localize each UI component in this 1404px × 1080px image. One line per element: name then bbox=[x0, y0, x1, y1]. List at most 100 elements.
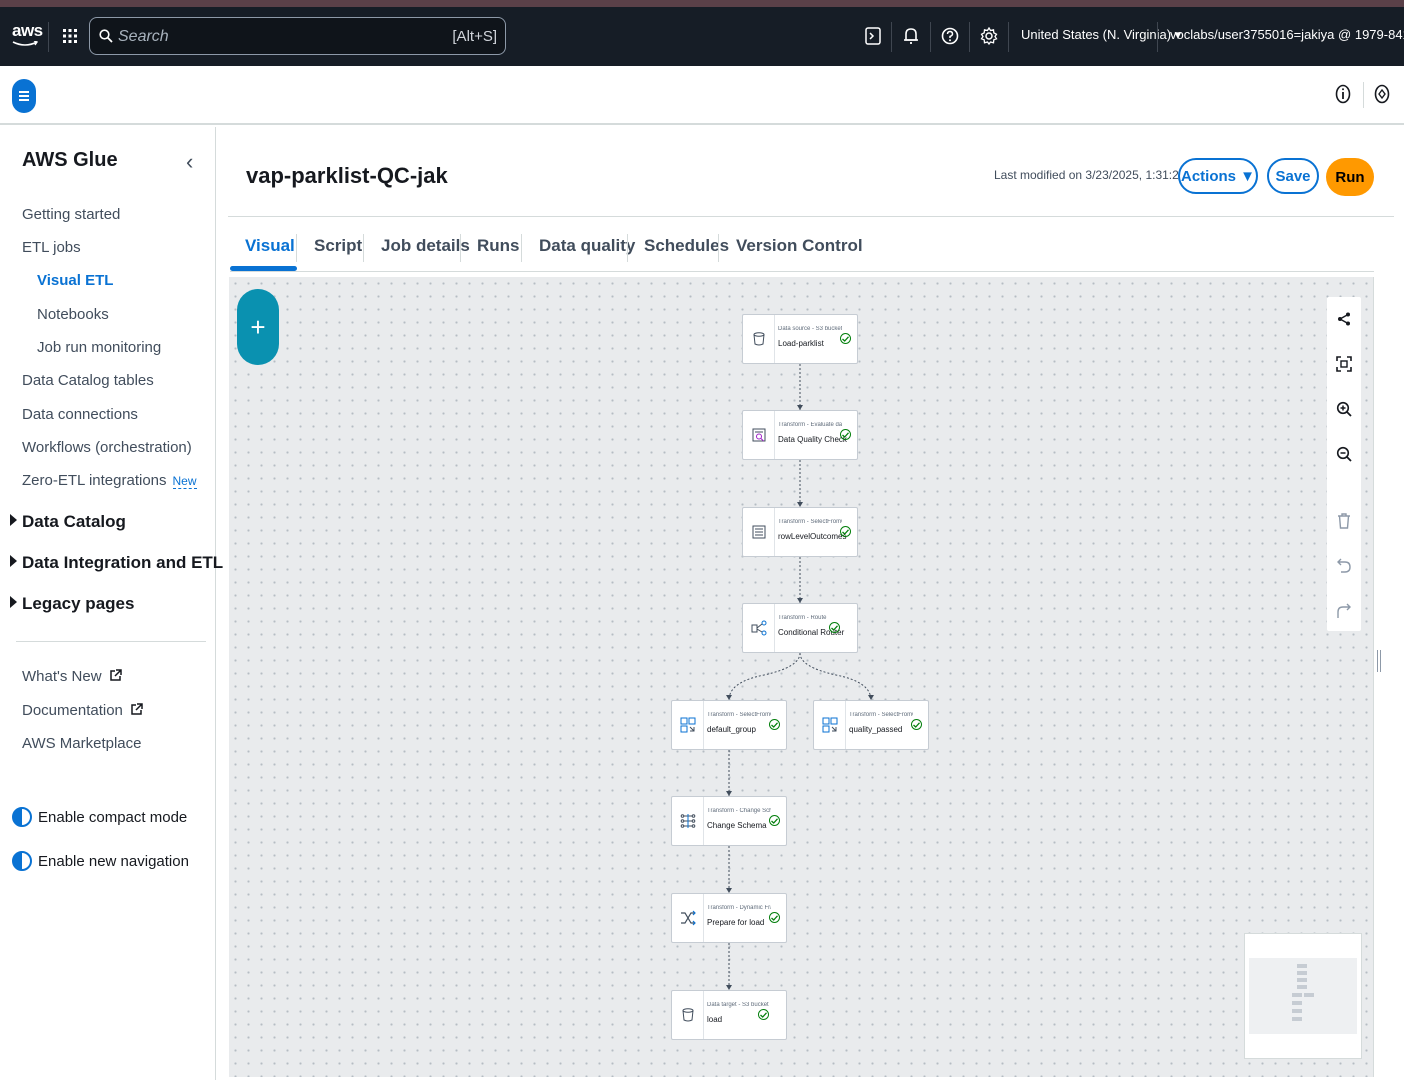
node-name: Prepare for load bbox=[707, 918, 765, 927]
section-label: Legacy pages bbox=[22, 594, 135, 613]
caret-right-icon bbox=[10, 555, 17, 567]
node-type-label: Data target - S3 bucket bbox=[707, 1002, 769, 1008]
panel-resize-handle[interactable] bbox=[1377, 650, 1381, 672]
node-load-target[interactable]: Data target - S3 bucket load bbox=[671, 990, 787, 1040]
check-circle-icon bbox=[829, 622, 840, 633]
node-default-group[interactable]: Transform - SelectFromC... default_group bbox=[671, 700, 787, 750]
check-circle-icon bbox=[911, 719, 922, 730]
node-type-label: Transform - Dynamic Fra... bbox=[707, 905, 771, 911]
new-badge: New bbox=[172, 474, 197, 489]
node-change-schema[interactable]: Transform - Change Sch... Change Schema bbox=[671, 796, 787, 846]
bell-icon[interactable] bbox=[899, 23, 923, 49]
zoom-out-icon[interactable] bbox=[1334, 444, 1354, 464]
tab-version-control[interactable]: Version Control bbox=[736, 236, 863, 256]
canvas-minimap[interactable] bbox=[1244, 933, 1362, 1059]
sidebar-item-visual-etl[interactable]: Visual ETL bbox=[37, 272, 113, 289]
node-quality-passed[interactable]: Transform - SelectFromC... quality_passe… bbox=[813, 700, 929, 750]
node-conditional-router[interactable]: Transform - Route Conditional Router bbox=[742, 603, 858, 653]
header-divider bbox=[228, 216, 1394, 217]
node-row-level-outcomes[interactable]: Transform - SelectFromC... rowLevelOutco… bbox=[742, 507, 858, 557]
node-type-label: Transform - SelectFromC... bbox=[849, 712, 913, 718]
search-icon bbox=[99, 29, 113, 48]
new-navigation-toggle[interactable]: Enable new navigation bbox=[12, 851, 189, 871]
node-name: quality_passed bbox=[849, 725, 903, 734]
feedback-icon[interactable] bbox=[1373, 84, 1391, 109]
job-tabs: Visual Script Job details Runs Data qual… bbox=[230, 224, 1374, 272]
nav-divider bbox=[1157, 22, 1158, 52]
search-input[interactable]: Search [Alt+S] bbox=[89, 17, 506, 55]
sidebar-item-notebooks[interactable]: Notebooks bbox=[37, 306, 109, 323]
sidebar-item-label: Documentation bbox=[22, 702, 123, 719]
tab-divider bbox=[718, 234, 719, 262]
minimap-viewport bbox=[1249, 958, 1357, 1034]
sidebar-item-data-connections[interactable]: Data connections bbox=[22, 406, 138, 423]
node-prepare-for-load[interactable]: Transform - Dynamic Fra... Prepare for l… bbox=[671, 893, 787, 943]
menu-icon[interactable] bbox=[12, 79, 36, 113]
tab-job-details[interactable]: Job details bbox=[381, 236, 470, 256]
subbar-divider bbox=[1363, 82, 1364, 108]
sidebar-item-aws-marketplace[interactable]: AWS Marketplace bbox=[22, 735, 141, 752]
node-type-label: Transform - Evaluate dat... bbox=[778, 422, 842, 428]
check-circle-icon bbox=[840, 333, 851, 344]
tab-runs[interactable]: Runs bbox=[477, 236, 520, 256]
select-collection-icon bbox=[743, 508, 775, 556]
route-icon bbox=[743, 604, 775, 652]
node-data-quality-check[interactable]: Transform - Evaluate dat... Data Quality… bbox=[742, 410, 858, 460]
secondary-toolbar bbox=[0, 66, 1404, 125]
check-circle-icon bbox=[769, 719, 780, 730]
sidebar-divider bbox=[16, 641, 206, 642]
sidebar-item-zero-etl[interactable]: Zero-ETL integrations New bbox=[22, 472, 197, 489]
sidebar-item-getting-started[interactable]: Getting started bbox=[22, 206, 120, 223]
save-button[interactable]: Save bbox=[1267, 158, 1319, 194]
node-name: default_group bbox=[707, 725, 756, 734]
tab-divider bbox=[627, 234, 628, 262]
tab-data-quality[interactable]: Data quality bbox=[539, 236, 635, 256]
active-tab-indicator bbox=[230, 266, 297, 271]
section-data-integration[interactable]: Data Integration and ETL bbox=[10, 553, 223, 573]
sidebar-item-documentation[interactable]: Documentation bbox=[22, 702, 143, 719]
nav-divider bbox=[1008, 22, 1009, 52]
section-legacy-pages[interactable]: Legacy pages bbox=[10, 594, 134, 614]
check-circle-icon bbox=[769, 815, 780, 826]
apps-grid-icon[interactable] bbox=[56, 21, 84, 51]
zoom-in-icon[interactable] bbox=[1334, 399, 1354, 419]
check-circle-icon bbox=[840, 526, 851, 537]
check-circle-icon bbox=[758, 1009, 769, 1020]
undo-icon[interactable] bbox=[1334, 556, 1354, 576]
tab-visual[interactable]: Visual bbox=[245, 236, 295, 256]
data-quality-icon bbox=[743, 411, 775, 459]
actions-button[interactable]: Actions ▼ bbox=[1178, 158, 1258, 194]
info-icon[interactable] bbox=[1334, 84, 1352, 109]
sidebar-item-whats-new[interactable]: What's New bbox=[22, 668, 122, 685]
canvas-tool-panel bbox=[1327, 297, 1361, 631]
aws-logo[interactable]: aws bbox=[12, 21, 43, 51]
tab-divider bbox=[460, 234, 461, 262]
tab-script[interactable]: Script bbox=[314, 236, 362, 256]
sidebar-item-etl-jobs[interactable]: ETL jobs bbox=[22, 239, 81, 256]
visual-etl-canvas[interactable]: + Data source - S3 bucket Load-parklist bbox=[229, 277, 1374, 1077]
section-label: Data Integration and ETL bbox=[22, 553, 224, 572]
share-icon[interactable] bbox=[1334, 309, 1354, 329]
collapse-sidebar-icon[interactable]: ‹ bbox=[186, 149, 193, 175]
cloudshell-icon[interactable] bbox=[861, 23, 885, 49]
section-data-catalog[interactable]: Data Catalog bbox=[10, 512, 126, 532]
sidebar-item-job-run-monitoring[interactable]: Job run monitoring bbox=[37, 339, 161, 356]
help-icon[interactable] bbox=[938, 23, 962, 49]
section-label: Data Catalog bbox=[22, 512, 126, 531]
account-menu[interactable]: voclabs/user3755016=jakiya @ 1979-8419-8… bbox=[1170, 27, 1404, 43]
compact-mode-toggle[interactable]: Enable compact mode bbox=[12, 807, 187, 827]
sidebar-item-data-catalog-tables[interactable]: Data Catalog tables bbox=[22, 372, 154, 389]
settings-icon[interactable] bbox=[977, 23, 1001, 49]
run-button[interactable]: Run bbox=[1326, 158, 1374, 196]
toggle-icon bbox=[12, 807, 32, 827]
fit-view-icon[interactable] bbox=[1334, 354, 1354, 374]
sidebar-item-workflows[interactable]: Workflows (orchestration) bbox=[22, 439, 192, 456]
bucket-icon bbox=[743, 315, 775, 363]
caret-right-icon bbox=[10, 596, 17, 608]
node-type-label: Transform - Change Sch... bbox=[707, 808, 771, 814]
redo-icon[interactable] bbox=[1334, 601, 1354, 621]
node-load-parklist[interactable]: Data source - S3 bucket Load-parklist bbox=[742, 314, 858, 364]
tab-schedules[interactable]: Schedules bbox=[644, 236, 729, 256]
node-type-label: Transform - SelectFromC... bbox=[778, 519, 842, 525]
delete-icon[interactable] bbox=[1334, 511, 1354, 531]
